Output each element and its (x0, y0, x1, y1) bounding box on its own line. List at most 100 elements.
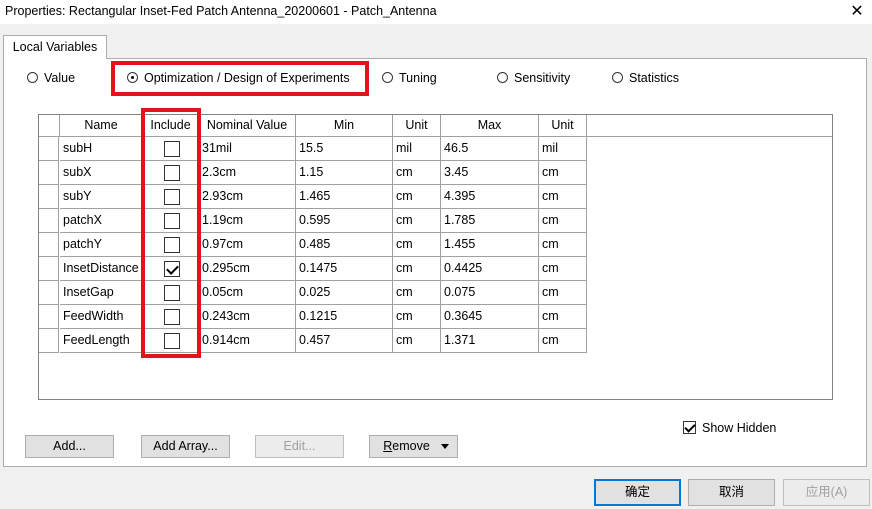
cell-unit1[interactable]: cm (393, 257, 441, 281)
row-header[interactable] (39, 161, 59, 185)
radio-statistics[interactable]: Statistics (612, 70, 679, 86)
cell-unit2[interactable]: mil (539, 137, 587, 161)
row-header[interactable] (39, 257, 59, 281)
cell-name[interactable]: patchY (60, 233, 143, 257)
cell-max[interactable]: 0.075 (441, 281, 539, 305)
cell-min[interactable]: 0.025 (296, 281, 393, 305)
cell-unit1[interactable]: cm (393, 233, 441, 257)
cell-nominal[interactable]: 0.295cm (199, 257, 296, 281)
cell-min[interactable]: 1.465 (296, 185, 393, 209)
cell-nominal[interactable]: 0.243cm (199, 305, 296, 329)
cell-max[interactable]: 3.45 (441, 161, 539, 185)
dropdown-arrow-icon[interactable] (441, 444, 449, 449)
row-header[interactable] (39, 209, 59, 233)
highlight-box-include (141, 108, 201, 358)
cell-name[interactable]: subY (60, 185, 143, 209)
cell-unit1[interactable]: mil (393, 137, 441, 161)
cell-min[interactable]: 1.15 (296, 161, 393, 185)
cell-min[interactable]: 15.5 (296, 137, 393, 161)
cell-unit2[interactable]: cm (539, 257, 587, 281)
cell-nominal[interactable]: 0.97cm (199, 233, 296, 257)
col-header-nominal[interactable]: Nominal Value (199, 115, 296, 137)
cell-max[interactable]: 4.395 (441, 185, 539, 209)
row-header[interactable] (39, 329, 59, 353)
cell-unit2[interactable]: cm (539, 233, 587, 257)
cell-unit1[interactable]: cm (393, 281, 441, 305)
cell-max[interactable]: 0.4425 (441, 257, 539, 281)
add-array-button[interactable]: Add Array... (141, 435, 230, 458)
cell-max[interactable]: 1.785 (441, 209, 539, 233)
radio-value[interactable]: Value (27, 70, 75, 86)
radio-sensitivity[interactable]: Sensitivity (497, 70, 570, 86)
cell-unit2[interactable]: cm (539, 185, 587, 209)
add-button[interactable]: Add... (25, 435, 114, 458)
cancel-button[interactable]: 取消 (688, 479, 775, 506)
col-header-unit[interactable]: Unit (393, 115, 441, 137)
cell-nominal[interactable]: 1.19cm (199, 209, 296, 233)
cell-unit1[interactable]: cm (393, 329, 441, 353)
edit-button[interactable]: Edit... (255, 435, 344, 458)
header-filler (587, 115, 832, 137)
table-row[interactable]: FeedWidth 0.243cm 0.1215 cm 0.3645 cm (39, 305, 587, 329)
cell-min[interactable]: 0.1215 (296, 305, 393, 329)
cell-min[interactable]: 0.1475 (296, 257, 393, 281)
table-row[interactable]: FeedLength 0.914cm 0.457 cm 1.371 cm (39, 329, 587, 353)
cell-unit2[interactable]: cm (539, 209, 587, 233)
cell-max[interactable]: 0.3645 (441, 305, 539, 329)
radio-value-label: Value (44, 71, 76, 85)
table-row[interactable]: InsetDistance 0.295cm 0.1475 cm 0.4425 cm (39, 257, 587, 281)
apply-button[interactable]: 应用(A) (783, 479, 870, 506)
cell-name[interactable]: patchX (60, 209, 143, 233)
cell-name[interactable]: FeedWidth (60, 305, 143, 329)
radio-sensitivity-label: Sensitivity (514, 71, 571, 85)
row-header[interactable] (39, 233, 59, 257)
cell-unit2[interactable]: cm (539, 305, 587, 329)
cell-unit1[interactable]: cm (393, 209, 441, 233)
cell-min[interactable]: 0.457 (296, 329, 393, 353)
cell-max[interactable]: 46.5 (441, 137, 539, 161)
show-hidden-checkbox[interactable]: Show Hidden (683, 421, 776, 435)
cell-name[interactable]: FeedLength (60, 329, 143, 353)
table-row[interactable]: patchY 0.97cm 0.485 cm 1.455 cm (39, 233, 587, 257)
row-header[interactable] (39, 305, 59, 329)
cell-nominal[interactable]: 0.05cm (199, 281, 296, 305)
remove-button[interactable]: Remove (369, 435, 458, 458)
checkbox-checked-icon (683, 421, 696, 434)
cell-max[interactable]: 1.455 (441, 233, 539, 257)
window-title: Properties: Rectangular Inset-Fed Patch … (5, 4, 437, 18)
cell-unit2[interactable]: cm (539, 161, 587, 185)
cell-min[interactable]: 0.485 (296, 233, 393, 257)
row-header[interactable] (39, 185, 59, 209)
table-row[interactable]: patchX 1.19cm 0.595 cm 1.785 cm (39, 209, 587, 233)
table-row[interactable]: subY 2.93cm 1.465 cm 4.395 cm (39, 185, 587, 209)
cell-unit2[interactable]: cm (539, 281, 587, 305)
remove-label: emove (392, 439, 430, 453)
col-header-max[interactable]: Max (441, 115, 539, 137)
cell-min[interactable]: 0.595 (296, 209, 393, 233)
cell-unit1[interactable]: cm (393, 161, 441, 185)
cell-nominal[interactable]: 0.914cm (199, 329, 296, 353)
table-row[interactable]: subX 2.3cm 1.15 cm 3.45 cm (39, 161, 587, 185)
cell-unit1[interactable]: cm (393, 305, 441, 329)
cell-name[interactable]: InsetGap (60, 281, 143, 305)
table-row[interactable]: InsetGap 0.05cm 0.025 cm 0.075 cm (39, 281, 587, 305)
tab-local-variables[interactable]: Local Variables (3, 35, 107, 59)
cell-max[interactable]: 1.371 (441, 329, 539, 353)
radio-tuning[interactable]: Tuning (382, 70, 437, 86)
close-icon[interactable]: ✕ (846, 2, 868, 22)
cell-name[interactable]: subX (60, 161, 143, 185)
col-header-name[interactable]: Name (60, 115, 143, 137)
row-header[interactable] (39, 137, 59, 161)
row-header[interactable] (39, 281, 59, 305)
col-header-min[interactable]: Min (296, 115, 393, 137)
col-header-unit[interactable]: Unit (539, 115, 587, 137)
cell-nominal[interactable]: 2.3cm (199, 161, 296, 185)
cell-unit2[interactable]: cm (539, 329, 587, 353)
cell-name[interactable]: subH (60, 137, 143, 161)
ok-button[interactable]: 确定 (594, 479, 681, 506)
cell-unit1[interactable]: cm (393, 185, 441, 209)
table-row[interactable]: subH 31mil 15.5 mil 46.5 mil (39, 137, 587, 161)
cell-nominal[interactable]: 2.93cm (199, 185, 296, 209)
cell-name[interactable]: InsetDistance (60, 257, 143, 281)
cell-nominal[interactable]: 31mil (199, 137, 296, 161)
